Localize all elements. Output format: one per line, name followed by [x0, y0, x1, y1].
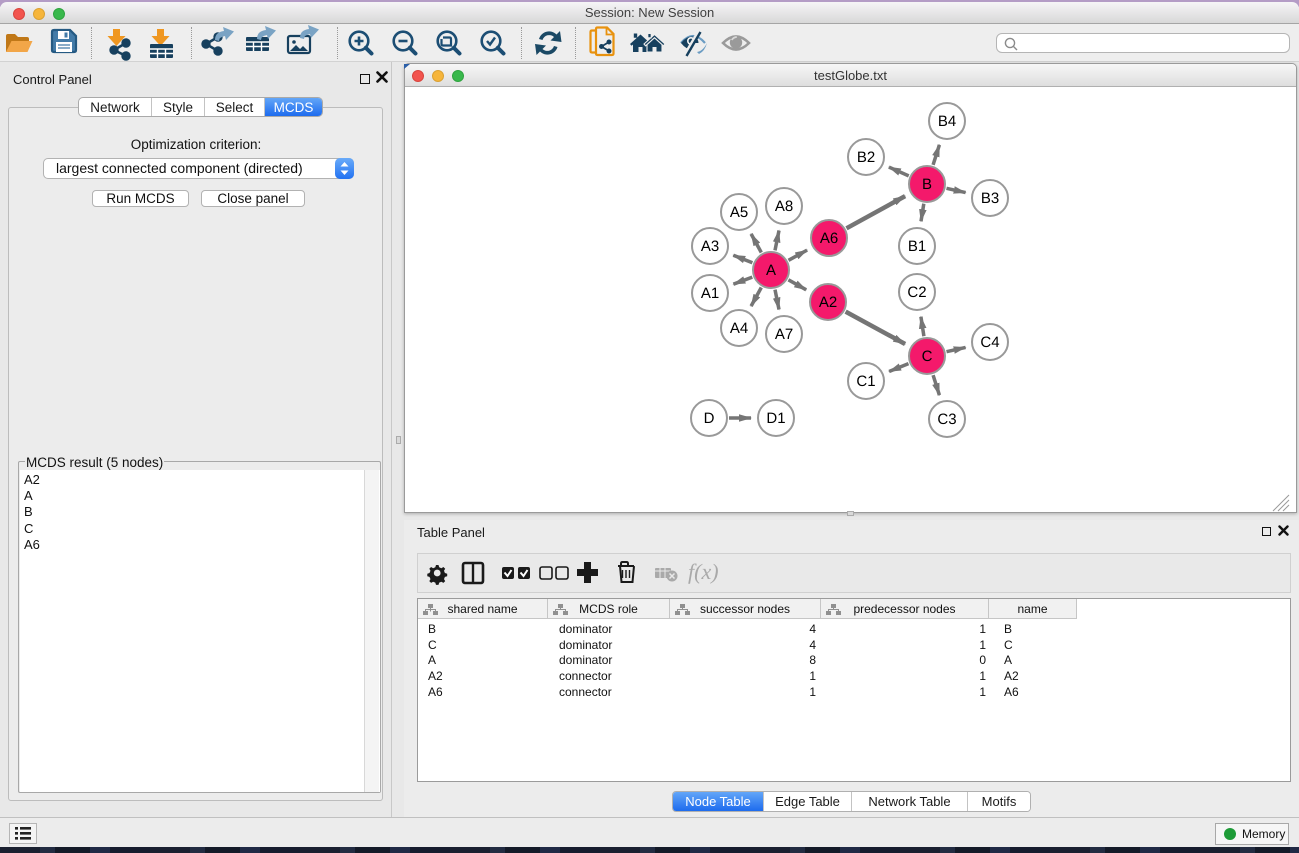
- svg-text:f(x): f(x): [688, 559, 719, 584]
- svg-text:B1: B1: [908, 238, 926, 255]
- svg-text:B2: B2: [857, 149, 875, 166]
- svg-text:A2: A2: [819, 294, 837, 311]
- svg-text:A: A: [766, 262, 776, 279]
- svg-text:A6: A6: [820, 230, 838, 247]
- svg-text:B3: B3: [981, 190, 999, 207]
- svg-text:C4: C4: [980, 334, 999, 351]
- svg-text:C: C: [922, 348, 933, 365]
- svg-text:B: B: [922, 176, 932, 193]
- svg-text:D1: D1: [766, 410, 785, 427]
- svg-text:A8: A8: [775, 198, 793, 215]
- svg-text:C3: C3: [937, 411, 956, 428]
- svg-text:D: D: [704, 410, 715, 427]
- svg-text:A4: A4: [730, 320, 748, 337]
- svg-text:A5: A5: [730, 204, 748, 221]
- svg-text:B4: B4: [938, 113, 956, 130]
- svg-text:C2: C2: [907, 284, 926, 301]
- svg-text:A1: A1: [701, 285, 719, 302]
- svg-text:A7: A7: [775, 326, 793, 343]
- svg-text:A3: A3: [701, 238, 719, 255]
- svg-text:C1: C1: [856, 373, 875, 390]
